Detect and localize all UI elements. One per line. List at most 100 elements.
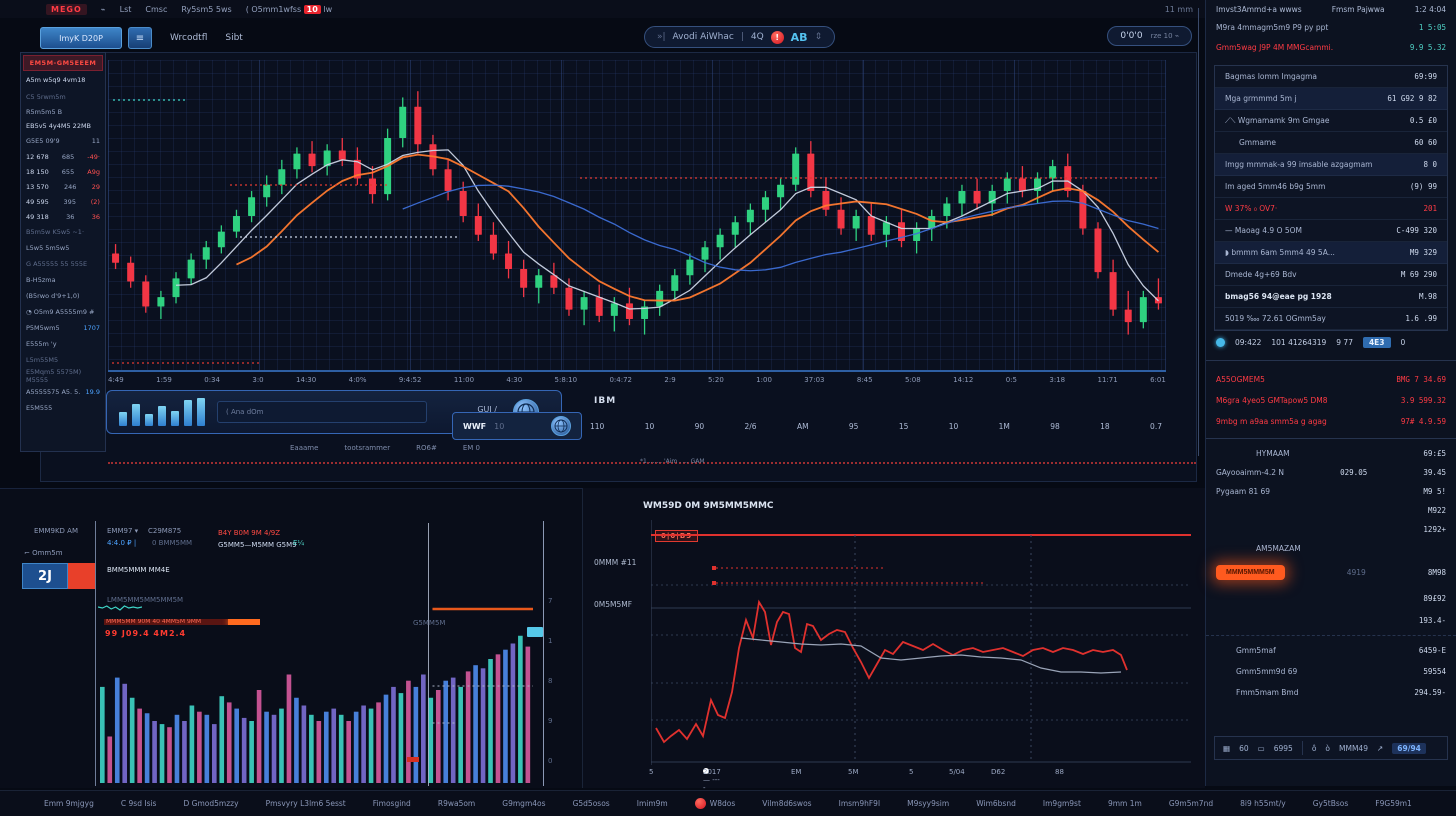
statusbar-item[interactable]: 9mm 1m: [1108, 799, 1142, 808]
sidebar-item[interactable]: G5E5 09'911: [21, 133, 105, 149]
sidebar-item[interactable]: A5555575 A5. 5.19.9: [21, 384, 105, 400]
statusbar-item[interactable]: D Gmod5mzzy: [184, 799, 239, 808]
drop-icon-1[interactable]: ô: [1312, 744, 1317, 753]
rp-row[interactable]: Bagmas Iomm Imgagma69:99: [1215, 66, 1447, 88]
globe-icon-2[interactable]: [551, 416, 571, 436]
rp-row[interactable]: Gmm5maf6459-E: [1206, 640, 1456, 661]
primary-action-button[interactable]: ImyK D20P: [40, 27, 122, 49]
sub-label[interactable]: Eaaame: [290, 444, 318, 452]
volume-bar-chart[interactable]: [0, 489, 582, 789]
statusbar-item[interactable]: Wim6bsnd: [976, 799, 1016, 808]
symbol-pill[interactable]: »| Avodi AiWhac | 4Q ! AB ⇕: [644, 26, 835, 48]
candlestick-chart[interactable]: [108, 60, 1166, 372]
rp-row[interactable]: Fmm5mam Bmd294.59-: [1206, 682, 1456, 703]
statusbar-item[interactable]: Imim9m: [637, 799, 668, 808]
menu-item-2[interactable]: Cmsc: [145, 5, 167, 14]
statusbar-item[interactable]: R9wa5om: [438, 799, 475, 808]
rp-row[interactable]: Pygaam 81 69M9 5!: [1206, 482, 1456, 501]
sidebar-item[interactable]: L5m55M5: [21, 352, 105, 368]
rp-row[interactable]: Gmm5mm9d 6959554: [1206, 661, 1456, 682]
statusbar-item[interactable]: Fimosgind: [373, 799, 411, 808]
sidebar-item[interactable]: P5M5wm51707: [21, 320, 105, 336]
rp-row[interactable]: 1292+: [1206, 520, 1456, 539]
wwf-widget[interactable]: WWF 10: [452, 412, 582, 440]
menu-item-3[interactable]: Ry5sm5 5ws: [181, 5, 231, 14]
rp-row[interactable]: Mga grmmmd 5m j61 G92 9 82: [1215, 88, 1447, 110]
sidebar-item[interactable]: C5 5rwm5m: [21, 89, 105, 105]
rp-row[interactable]: W 37% ₀ OV7·201: [1215, 198, 1447, 220]
rp-row[interactable]: GAyooaimm-4.2 N029.0539.45: [1206, 463, 1456, 482]
orderbook-row[interactable]: 49 3183636: [21, 209, 105, 224]
sidebar-item[interactable]: EB5v5 4y4M5 22MB: [21, 119, 105, 133]
orderbook-row[interactable]: 13 57024629: [21, 179, 105, 194]
statusbar-item[interactable]: 8i9 h55mt/y: [1240, 799, 1286, 808]
sub-label[interactable]: RO6#: [416, 444, 437, 452]
orderbook-row[interactable]: 49 595395(2): [21, 194, 105, 209]
rp-row[interactable]: Gmmame60 60: [1215, 132, 1447, 154]
statusbar-item[interactable]: G9m5m7nd: [1169, 799, 1213, 808]
statusbar-item[interactable]: G5d5osos: [573, 799, 610, 808]
card-icon[interactable]: ▭: [1258, 744, 1265, 753]
statusbar-item[interactable]: Vilm8d6swos: [762, 799, 811, 808]
app-logo[interactable]: MEGO: [46, 4, 87, 15]
rp-toggle-row[interactable]: 09:422 101 41264319 9 77 4E3 0: [1206, 331, 1456, 354]
rp-row[interactable]: M922: [1206, 501, 1456, 520]
sidebar-item[interactable]: E5M555: [21, 400, 105, 416]
toolbar-label-2[interactable]: Sibt: [225, 33, 242, 43]
sidebar-item[interactable]: R5m5m5 B: [21, 105, 105, 119]
sidebar-item[interactable]: G A55555 55 555E: [21, 256, 105, 272]
sidebar-item[interactable]: E555m 'y: [21, 336, 105, 352]
rp-row[interactable]: Im aged 5mm46 b9g 5mm(9) 99: [1215, 176, 1447, 198]
rp-row[interactable]: 9mbg m a9aa smm5a g agag97# 4.9.59: [1206, 411, 1456, 432]
sort-arrows-icon[interactable]: ⇕: [815, 32, 823, 42]
statusbar-item[interactable]: Im9gm9st: [1043, 799, 1081, 808]
statusbar-item[interactable]: Emm 9mjgyg: [44, 799, 94, 808]
statusbar-item[interactable]: F9G59m1: [1375, 799, 1412, 808]
rp-row[interactable]: M9ra 4mmagm5m9 P9 py ppt1 5:05: [1206, 17, 1456, 37]
rp-row[interactable]: Dmede 4g+69 BdvM 69 290: [1215, 264, 1447, 286]
rp-row[interactable]: A55OGMEM5BMG 7 34.69: [1206, 369, 1456, 390]
timeframe[interactable]: 4Q: [751, 32, 764, 42]
menu-item-4[interactable]: ( O5mm1wfss 10 lw: [246, 5, 332, 14]
rp-row[interactable]: bmag56 94@eae pg 1928M.98: [1215, 286, 1447, 308]
statusbar-item[interactable]: G9mgm4os: [502, 799, 545, 808]
performance-line-chart[interactable]: [651, 520, 1191, 765]
sidebar-item[interactable]: L5w5 5m5w5: [21, 240, 105, 256]
rp-row[interactable]: ◗ bmmm 6am 5mm4 49 5A...M9 329: [1215, 242, 1447, 264]
bl-chart-divider[interactable]: [428, 523, 429, 786]
rp-row[interactable]: — Maoag 4.9 O 5OMC-499 320: [1215, 220, 1447, 242]
symbol-search-input[interactable]: ( Ana dOm: [217, 401, 427, 423]
statusbar-item[interactable]: Pmsvyry L3lm6 5esst: [266, 799, 346, 808]
rp-row[interactable]: ⟋⟍ Wgmamamk 9m Gmgae0.5 £0: [1215, 110, 1447, 132]
toolbar-label-1[interactable]: Wrcodtfl: [170, 33, 207, 43]
rp-row[interactable]: 5019 ‱ 72.61 OGmm5ay1.6 .99: [1215, 308, 1447, 330]
sidebar-item[interactable]: (B5rwo d'9+1,0): [21, 288, 105, 304]
sidebar-item[interactable]: E5Mqm5 5575M) M5555: [21, 368, 105, 384]
rp-pill[interactable]: 4E3: [1363, 337, 1391, 348]
phone-icon[interactable]: ↗: [1377, 744, 1383, 753]
sidebar-alert-banner[interactable]: EM5M-GM5EEEM: [23, 55, 103, 71]
sidebar-item[interactable]: A5m w5q9 4vm18: [21, 71, 105, 89]
sidebar-item[interactable]: B5m5w K5w5 ~1·: [21, 224, 105, 240]
drop-icon-2[interactable]: ò: [1325, 744, 1330, 753]
rp-footbar-pill[interactable]: 69/94: [1392, 743, 1426, 754]
highlighted-order-button[interactable]: MMM5MMM5M: [1216, 565, 1285, 580]
statusbar-item[interactable]: M9syy9sim: [907, 799, 949, 808]
menu-item-1[interactable]: Lst: [120, 5, 132, 14]
statusbar-item[interactable]: C 9sd Isis: [121, 799, 157, 808]
statusbar-item[interactable]: W8dos: [695, 798, 735, 809]
menu-flash-icon[interactable]: ⌁: [101, 5, 106, 14]
sidebar-item[interactable]: ◔ O5m9 A5555m9 #: [21, 304, 105, 320]
orderbook-row[interactable]: 18 150655A9g: [21, 164, 105, 179]
rp-row[interactable]: Gmm5wag J9P 4M MMGcammi.9.9 5.32: [1206, 37, 1456, 57]
sub-label[interactable]: tootsrammer: [344, 444, 390, 452]
orderbook-row[interactable]: 12 678685-49·: [21, 149, 105, 164]
clock-pill[interactable]: 0'0'0 rze 10 ⌁: [1107, 26, 1192, 46]
layout-menu-button[interactable]: ≡: [128, 27, 152, 49]
rp-row[interactable]: Imgg mmmak-a 99 imsable azgagmam8 0: [1215, 154, 1447, 176]
grid-icon[interactable]: ▦: [1223, 744, 1230, 753]
statusbar-item[interactable]: Imsm9hF9l: [839, 799, 880, 808]
sidebar-item[interactable]: B-H5zma: [21, 272, 105, 288]
statusbar-item[interactable]: Gy5tBsos: [1313, 799, 1349, 808]
sub-label[interactable]: EM 0: [463, 444, 480, 452]
